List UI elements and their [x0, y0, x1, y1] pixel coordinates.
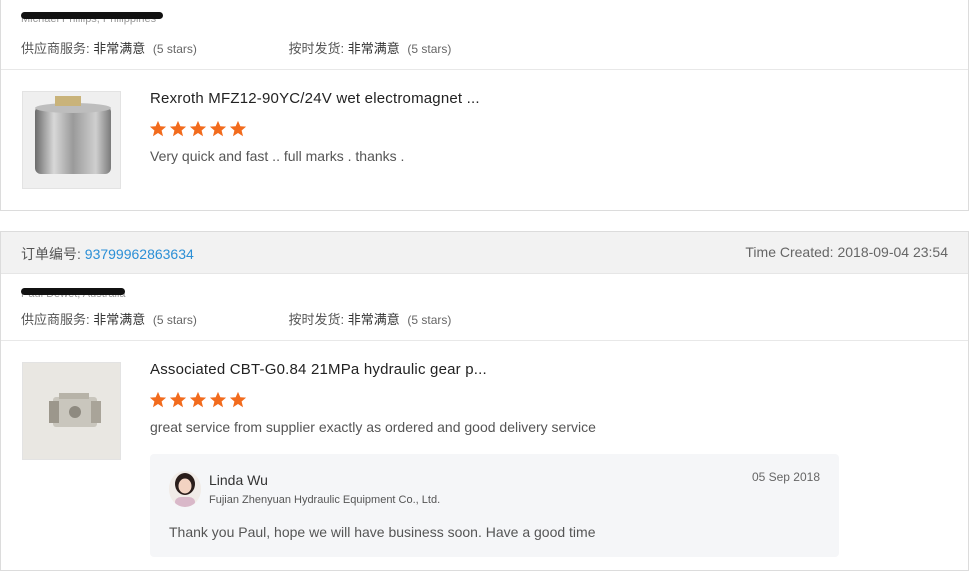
reply-text: Thank you Paul, hope we will have busine…: [169, 524, 596, 540]
on-time-label: 按时发货:: [288, 41, 345, 56]
redaction-bar: [21, 12, 163, 19]
star-icon: [169, 391, 187, 408]
divider: [1, 340, 968, 341]
supplier-service-value: 非常满意: [93, 41, 146, 56]
rating-stars: [149, 120, 247, 138]
on-time-stars: (5 stars): [407, 313, 452, 327]
product-thumbnail[interactable]: [22, 91, 121, 189]
star-icon: [149, 391, 167, 408]
star-icon: [189, 391, 207, 408]
product-title[interactable]: Rexroth MFZ12-90YC/24V wet electromagnet…: [150, 90, 480, 107]
on-time-stars: (5 stars): [407, 42, 452, 56]
supplier-service-stars: (5 stars): [152, 313, 197, 327]
ratings-row: 供应商服务: 非常满意 (5 stars) 按时发货: 非常满意 (5 star…: [21, 309, 451, 328]
time-created: Time Created: 2018-09-04 23:54: [745, 244, 948, 260]
star-icon: [209, 391, 227, 408]
star-icon: [189, 120, 207, 137]
review-comment: great service from supplier exactly as o…: [150, 419, 596, 435]
redaction-bar: [21, 288, 125, 295]
order-info: 订单编号: 93799962863634: [21, 244, 194, 264]
supplier-service-label: 供应商服务:: [21, 312, 90, 327]
on-time-value: 非常满意: [347, 312, 400, 327]
review-card: 订单编号: 93799962863634 Time Created: 2018-…: [0, 231, 969, 571]
product-thumbnail[interactable]: [22, 362, 121, 460]
star-icon: [229, 120, 247, 137]
supplier-service-value: 非常满意: [93, 312, 146, 327]
order-number-link[interactable]: 93799962863634: [85, 246, 194, 262]
on-time-value: 非常满意: [347, 41, 400, 56]
order-header: 订单编号: 93799962863634 Time Created: 2018-…: [1, 232, 968, 274]
star-icon: [209, 120, 227, 137]
rating-stars: [149, 391, 247, 409]
reply-author-name: Linda Wu: [209, 472, 268, 488]
product-title[interactable]: Associated CBT-G0.84 21MPa hydraulic gea…: [150, 361, 487, 378]
star-icon: [149, 120, 167, 137]
reply-company-name: Fujian Zhenyuan Hydraulic Equipment Co.,…: [209, 494, 441, 506]
order-label: 订单编号:: [21, 246, 81, 262]
reply-date: 05 Sep 2018: [751, 470, 820, 484]
star-icon: [169, 120, 187, 137]
star-icon: [229, 391, 247, 408]
on-time-label: 按时发货:: [288, 312, 345, 327]
review-card: Michael Phillips, Philippines 供应商服务: 非常满…: [0, 0, 969, 211]
supplier-service-label: 供应商服务:: [21, 41, 90, 56]
ratings-row: 供应商服务: 非常满意 (5 stars) 按时发货: 非常满意 (5 star…: [21, 38, 451, 57]
review-comment: Very quick and fast .. full marks . than…: [150, 148, 405, 164]
supplier-service-stars: (5 stars): [152, 42, 197, 56]
divider: [1, 69, 968, 70]
supplier-avatar: [169, 471, 201, 507]
supplier-reply: Linda Wu Fujian Zhenyuan Hydraulic Equip…: [150, 454, 839, 557]
